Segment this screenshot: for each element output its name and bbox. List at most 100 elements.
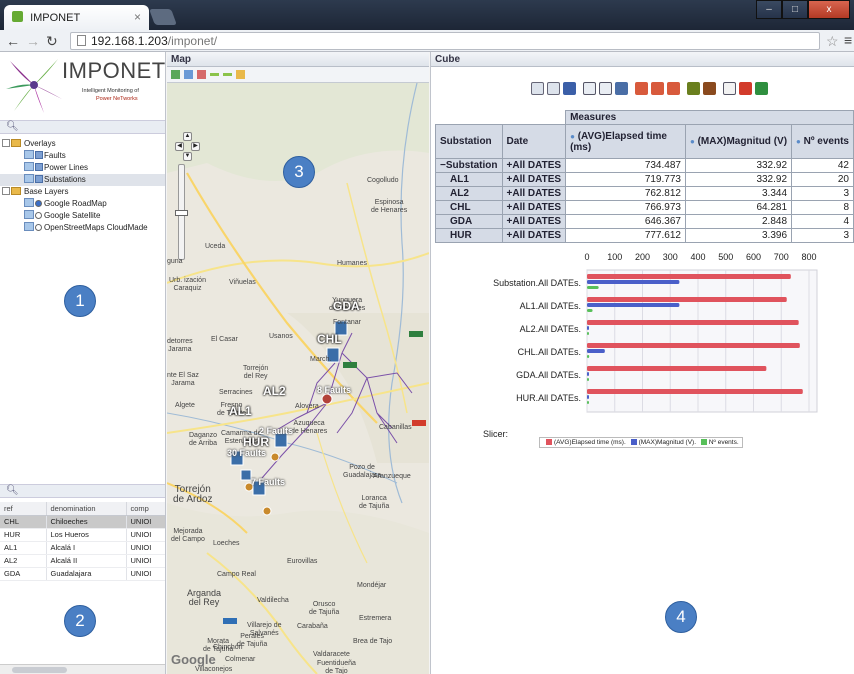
swap-axes-icon[interactable]	[615, 82, 628, 95]
print-icon[interactable]	[723, 82, 736, 95]
legend-label: Nº events.	[708, 439, 739, 446]
column-header-date[interactable]: Date	[501, 124, 567, 159]
table-row[interactable]: AL2 Alcalá II UNIOI	[0, 554, 165, 568]
minimize-button[interactable]: –	[756, 0, 782, 19]
cell-substation[interactable]: AL1	[435, 172, 503, 187]
search-icon: 🔍︎	[6, 485, 19, 496]
zoom-slider-thumb[interactable]	[175, 210, 188, 216]
export-pdf-icon[interactable]	[739, 82, 752, 95]
radio-icon[interactable]	[35, 224, 42, 231]
checkbox-checked-icon[interactable]	[35, 163, 43, 171]
grid-search-bar[interactable]: 🔍︎	[0, 484, 165, 498]
column-header-magnitud[interactable]: ● (MAX)Magnitud (V)	[684, 124, 793, 159]
pan-right-icon[interactable]: ▶	[191, 142, 200, 151]
logo-star-icon	[6, 59, 62, 113]
hide-empty-icon[interactable]	[583, 82, 596, 95]
cell-date[interactable]: +All DATES	[501, 200, 567, 215]
fault-marker[interactable]: 8 Faults	[317, 385, 351, 395]
cell-substation[interactable]: HUR	[435, 228, 503, 243]
drill-position-icon[interactable]	[651, 82, 664, 95]
close-window-button[interactable]: x	[808, 0, 850, 19]
zoom-out-icon[interactable]	[197, 70, 206, 79]
tree-node-overlays[interactable]: Overlays	[0, 138, 165, 150]
pan-hand-icon[interactable]	[236, 70, 245, 79]
map-label: Alovera	[295, 403, 319, 410]
checkbox-checked-icon[interactable]	[35, 175, 43, 183]
grid-horizontal-scrollbar[interactable]	[0, 664, 165, 674]
radio-icon[interactable]	[35, 212, 42, 219]
cube-navigator-icon[interactable]	[531, 82, 544, 95]
table-row: CHL +All DATES 766.973 64.281 8	[435, 200, 854, 215]
mdx-icon[interactable]	[547, 82, 560, 95]
tree-node-google-satellite[interactable]: Google Satellite	[0, 210, 165, 222]
x-tick-label: 600	[746, 252, 761, 262]
drill-member-icon[interactable]	[635, 82, 648, 95]
sort-icon[interactable]	[563, 82, 576, 95]
logo-name: IMPONET	[62, 58, 166, 83]
new-tab-button[interactable]	[149, 9, 177, 25]
back-arrow-icon[interactable]: ←	[6, 33, 20, 49]
pan-down-icon[interactable]: ▼	[183, 152, 192, 161]
cell-date[interactable]: +All DATES	[501, 228, 567, 243]
zoom-in-icon[interactable]	[184, 70, 193, 79]
show-parents-icon[interactable]	[599, 82, 612, 95]
substation-marker-gda[interactable]: GDA	[333, 299, 360, 313]
drill-replace-icon[interactable]	[667, 82, 680, 95]
column-header-comp[interactable]: comp	[126, 502, 165, 516]
tree-label: Power Lines	[44, 163, 89, 172]
tree-node-base-layers[interactable]: Base Layers	[0, 186, 165, 198]
bookmark-star-icon[interactable]: ☆	[826, 33, 839, 50]
layers-search-bar[interactable]: 🔍︎	[0, 120, 165, 134]
scrollbar-thumb[interactable]	[12, 667, 67, 673]
next-icon[interactable]	[223, 73, 232, 76]
pan-up-icon[interactable]: ▲	[183, 132, 192, 141]
table-row[interactable]: GDA Guadalajara UNIOI	[0, 567, 165, 581]
checkbox-checked-icon[interactable]	[35, 151, 43, 159]
cell-date[interactable]: +All DATES	[501, 158, 567, 173]
pan-left-icon[interactable]: ◀	[175, 142, 184, 151]
column-header-ref[interactable]: ref	[0, 502, 47, 516]
radio-selected-icon[interactable]	[35, 200, 42, 207]
substation-marker-chl[interactable]: CHL	[317, 332, 342, 346]
column-header-substation[interactable]: Substation	[435, 124, 503, 159]
cell-substation[interactable]: AL2	[435, 186, 503, 201]
cell-substation[interactable]: CHL	[435, 200, 503, 215]
tree-node-power-lines[interactable]: Power Lines	[0, 162, 165, 174]
cell-date[interactable]: +All DATES	[501, 172, 567, 187]
fault-marker[interactable]: 7 Faults	[251, 477, 285, 487]
tree-node-google-roadmap[interactable]: Google RoadMap	[0, 198, 165, 210]
table-row[interactable]: CHL Chiloeches UNIOI	[0, 515, 165, 529]
maximize-button[interactable]: □	[782, 0, 808, 19]
forward-arrow-icon[interactable]: →	[26, 33, 40, 49]
previous-icon[interactable]	[210, 73, 219, 76]
table-row[interactable]: HUR Los Hueros UNIOI	[0, 528, 165, 542]
fault-marker[interactable]: 2 Faults	[259, 426, 293, 436]
substation-marker-al1[interactable]: AL1	[229, 404, 252, 418]
cell-substation[interactable]: −Substation	[435, 158, 503, 173]
substation-marker-al2[interactable]: AL2	[263, 384, 286, 398]
tree-node-osm[interactable]: OpenStreetMaps CloudMade	[0, 222, 165, 234]
collapse-icon[interactable]	[2, 187, 10, 195]
menu-icon[interactable]: ≡	[844, 32, 852, 48]
collapse-icon[interactable]	[2, 139, 10, 147]
browser-tab[interactable]: IMPONET ×	[4, 5, 149, 30]
fault-marker[interactable]: 30 Faults	[227, 448, 266, 458]
cell-date[interactable]: +All DATES	[501, 186, 567, 201]
chart-icon[interactable]	[703, 82, 716, 95]
cell-date[interactable]: +All DATES	[501, 214, 567, 229]
reload-icon[interactable]: ↻	[46, 33, 58, 49]
url-input[interactable]: 192.168.1.203/imponet/	[70, 32, 820, 50]
drill-through-icon[interactable]	[687, 82, 700, 95]
column-header-elapsed[interactable]: ● (AVG)Elapsed time (ms)	[565, 124, 686, 159]
cell-substation[interactable]: GDA	[435, 214, 503, 229]
export-excel-icon[interactable]	[755, 82, 768, 95]
tree-node-faults[interactable]: Faults	[0, 150, 165, 162]
zoom-extent-icon[interactable]	[171, 70, 180, 79]
table-row[interactable]: AL1 Alcalá I UNIOI	[0, 541, 165, 555]
tree-node-substations[interactable]: Substations	[0, 174, 165, 186]
column-header-events[interactable]: ● Nº events	[791, 124, 854, 159]
column-header-denomination[interactable]: denomination	[46, 502, 127, 516]
tab-close-icon[interactable]: ×	[134, 10, 141, 24]
substation-marker-hur[interactable]: HUR	[243, 435, 269, 449]
window-controls: – □ x	[756, 0, 850, 19]
